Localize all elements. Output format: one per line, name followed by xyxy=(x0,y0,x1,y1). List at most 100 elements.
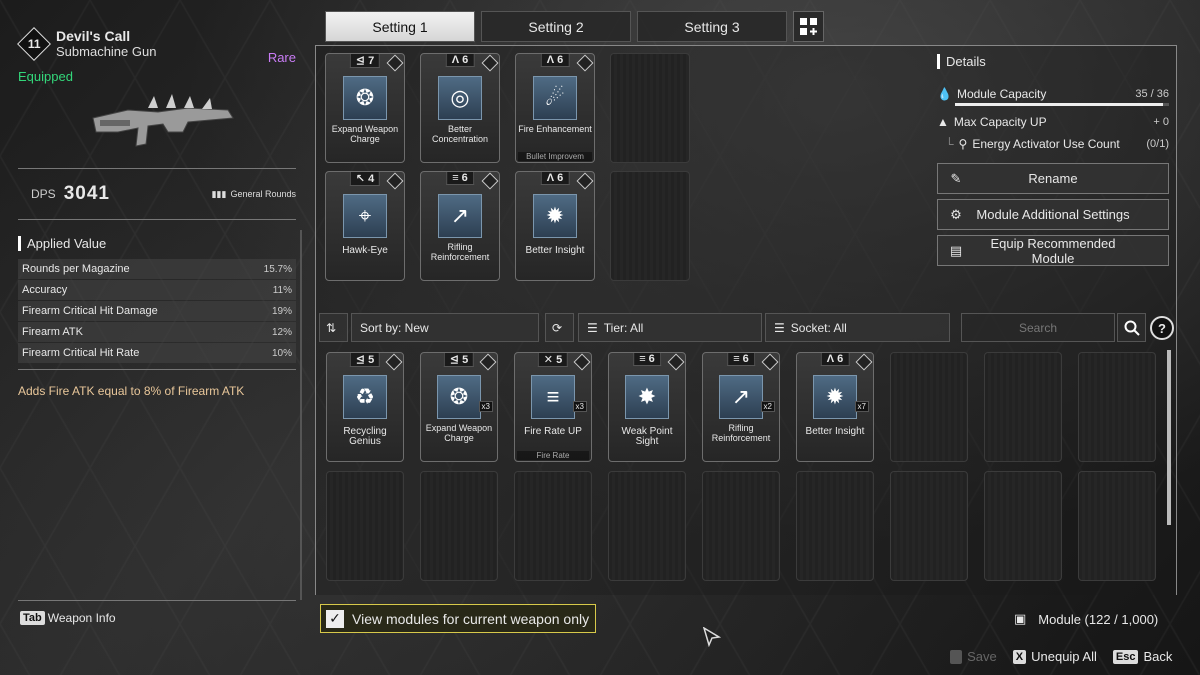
save-button[interactable]: Save xyxy=(950,649,997,664)
details-panel: Details 💧 Module Capacity 35 / 36 ▲ Max … xyxy=(937,54,1169,266)
socket-icon xyxy=(386,54,404,72)
search-input[interactable]: Search xyxy=(961,313,1115,342)
module-name: Fire Rate UP xyxy=(524,426,582,437)
socket-filter[interactable]: ☰ Socket: All xyxy=(765,313,950,342)
revolver-cylinder-icon: ❂ xyxy=(343,76,387,120)
inventory-module[interactable]: ≡ 6 ✸ Weak Point Sight xyxy=(608,352,686,462)
module-capacity-row: 💧 Module Capacity 35 / 36 xyxy=(937,87,1169,101)
capacity-cost: Λ 6 xyxy=(540,172,570,185)
inventory-module[interactable]: Λ 6 ✹ x7 Better Insight xyxy=(796,352,874,462)
ammo-icon: ▮▮▮ xyxy=(211,188,227,199)
crosshair-icon: ⌖ xyxy=(343,194,387,238)
equipped-module-slot[interactable]: ⊴ 7 ❂ Expand Weapon Charge xyxy=(325,53,405,163)
empty-module-slot[interactable] xyxy=(610,171,690,281)
capacity-cost: ⊴ 5 xyxy=(443,353,475,367)
module-subtype: Fire Rate xyxy=(517,451,589,460)
energy-activator-row: └ ⚲ Energy Activator Use Count (0/1) xyxy=(945,137,1169,151)
stat-list: Rounds per Magazine 15.7% Accuracy 11% Fir… xyxy=(18,259,296,363)
stack-count: x7 xyxy=(854,401,869,412)
tab-setting-1[interactable]: Setting 1 xyxy=(325,11,475,42)
burst-icon: ✹ xyxy=(533,194,577,238)
socket-icon xyxy=(576,172,594,190)
layers-icon: ☰ xyxy=(587,320,598,335)
rename-button[interactable]: ✎ Rename xyxy=(937,163,1169,194)
inventory-module[interactable]: ⊴ 5 ❂ x3 Expand Weapon Charge xyxy=(420,352,498,462)
equipped-module-slot[interactable]: Λ 6 ◎ Better Concentration xyxy=(420,53,500,163)
socket-icon xyxy=(855,353,873,371)
socket-icon xyxy=(573,353,591,371)
socket-icon xyxy=(385,353,403,371)
save-key-icon xyxy=(950,649,963,664)
add-setting-button[interactable] xyxy=(793,11,824,42)
socket-icon xyxy=(386,172,404,190)
equipped-module-slot[interactable]: Λ 6 ✹ Better Insight xyxy=(515,171,595,281)
drum-icon: ◎ xyxy=(438,76,482,120)
capacity-cost: ≡ 6 xyxy=(633,353,661,366)
empty-inventory-slot xyxy=(1078,352,1156,462)
module-additional-settings-button[interactable]: ⚙ Module Additional Settings xyxy=(937,199,1169,230)
module-name: Weak Point Sight xyxy=(621,426,673,447)
sort-dropdown[interactable]: Sort by: New xyxy=(351,313,539,342)
setting-tabs: Setting 1 Setting 2 Setting 3 xyxy=(325,11,824,42)
empty-inventory-slot xyxy=(326,471,404,581)
unequip-all-button[interactable]: X Unequip All xyxy=(1012,649,1097,664)
current-weapon-only-toggle[interactable]: ✓ View modules for current weapon only xyxy=(320,604,596,633)
capacity-bar xyxy=(955,103,1169,106)
equipped-module-slot[interactable]: Λ 6 ☄ Fire Enhancement Bullet Improvem xyxy=(515,53,595,163)
module-inventory: ⊴ 5 ♻ Recycling Genius ⊴ 5 ❂ x3 Expand W… xyxy=(326,352,1156,592)
empty-module-slot[interactable] xyxy=(610,53,690,163)
inventory-scrollbar[interactable] xyxy=(1167,350,1171,525)
fire-bullet-icon: ☄ xyxy=(533,76,577,120)
rifling-icon: ↗ xyxy=(719,375,763,419)
inventory-module[interactable]: ≡ 6 ↗ x2 Rifling Reinforcement xyxy=(702,352,780,462)
equipped-status: Equipped xyxy=(18,69,73,84)
module-name: Expand Weapon Charge xyxy=(425,423,493,443)
weapon-name: Devil's Call xyxy=(56,28,131,44)
search-icon xyxy=(1124,320,1140,336)
left-scrollbar[interactable] xyxy=(300,230,302,600)
sort-icon: ⇅ xyxy=(326,320,337,335)
capacity-cost: ≡ 6 xyxy=(727,353,755,366)
socket-icon xyxy=(481,54,499,72)
equipped-module-slot[interactable]: ≡ 6 ↗ Rifling Reinforcement xyxy=(420,171,500,281)
grid-plus-icon xyxy=(799,17,817,35)
socket-icon xyxy=(667,353,685,371)
tier-filter[interactable]: ☰ Tier: All xyxy=(578,313,762,342)
equipped-slots: ⊴ 7 ❂ Expand Weapon Charge Λ 6 ◎ Better … xyxy=(325,53,690,283)
checkbox-checked-icon[interactable]: ✓ xyxy=(326,609,344,628)
module-name: Recycling Genius xyxy=(343,426,387,447)
module-subtype: Bullet Improvem xyxy=(518,152,592,161)
bullets-icon: ≡ xyxy=(531,375,575,419)
back-button[interactable]: Esc Back xyxy=(1112,649,1172,664)
burst-icon: ✹ xyxy=(813,375,857,419)
ammo-type: ▮▮▮ General Rounds xyxy=(211,188,296,200)
reset-filter-button[interactable]: ⟳ xyxy=(545,313,574,342)
module-name: Rifling Reinforcement xyxy=(430,242,490,262)
capacity-cost: ⊴ 7 xyxy=(349,54,381,68)
activator-icon: ⚲ xyxy=(958,137,968,151)
inventory-module[interactable]: ✕ 5 ≡ x3 Fire Rate UP Fire Rate xyxy=(514,352,592,462)
inventory-module[interactable]: ⊴ 5 ♻ Recycling Genius xyxy=(326,352,404,462)
tab-setting-2[interactable]: Setting 2 xyxy=(481,11,631,42)
empty-inventory-slot xyxy=(1078,471,1156,581)
weapon-info-hint[interactable]: Tab Weapon Info xyxy=(20,611,116,625)
max-capacity-row: ▲ Max Capacity UP + 0 xyxy=(937,115,1169,129)
recycle-icon: ♻ xyxy=(343,375,387,419)
impact-icon: ✸ xyxy=(625,375,669,419)
stack-count: x2 xyxy=(760,401,775,412)
search-button[interactable] xyxy=(1117,313,1146,342)
empty-inventory-slot xyxy=(984,352,1062,462)
weapon-panel: 11 Devil's Call Submachine Gun Rare Equi… xyxy=(17,26,296,398)
equip-recommended-button[interactable]: ▤ Equip Recommended Module xyxy=(937,235,1169,266)
socket-icon xyxy=(761,353,779,371)
rarity-label: Rare xyxy=(267,50,296,65)
empty-inventory-slot xyxy=(514,471,592,581)
sort-order-button[interactable]: ⇅ xyxy=(319,313,348,342)
equipped-module-slot[interactable]: ↖ 4 ⌖ Hawk-Eye xyxy=(325,171,405,281)
help-button[interactable]: ? xyxy=(1150,316,1174,340)
applied-value-heading: Applied Value xyxy=(18,236,296,251)
droplet-plus-icon: ▲ xyxy=(937,115,949,129)
tab-setting-3[interactable]: Setting 3 xyxy=(637,11,787,42)
stat-row: Firearm ATK 12% xyxy=(18,322,296,342)
module-name: Fire Enhancement xyxy=(518,124,592,134)
